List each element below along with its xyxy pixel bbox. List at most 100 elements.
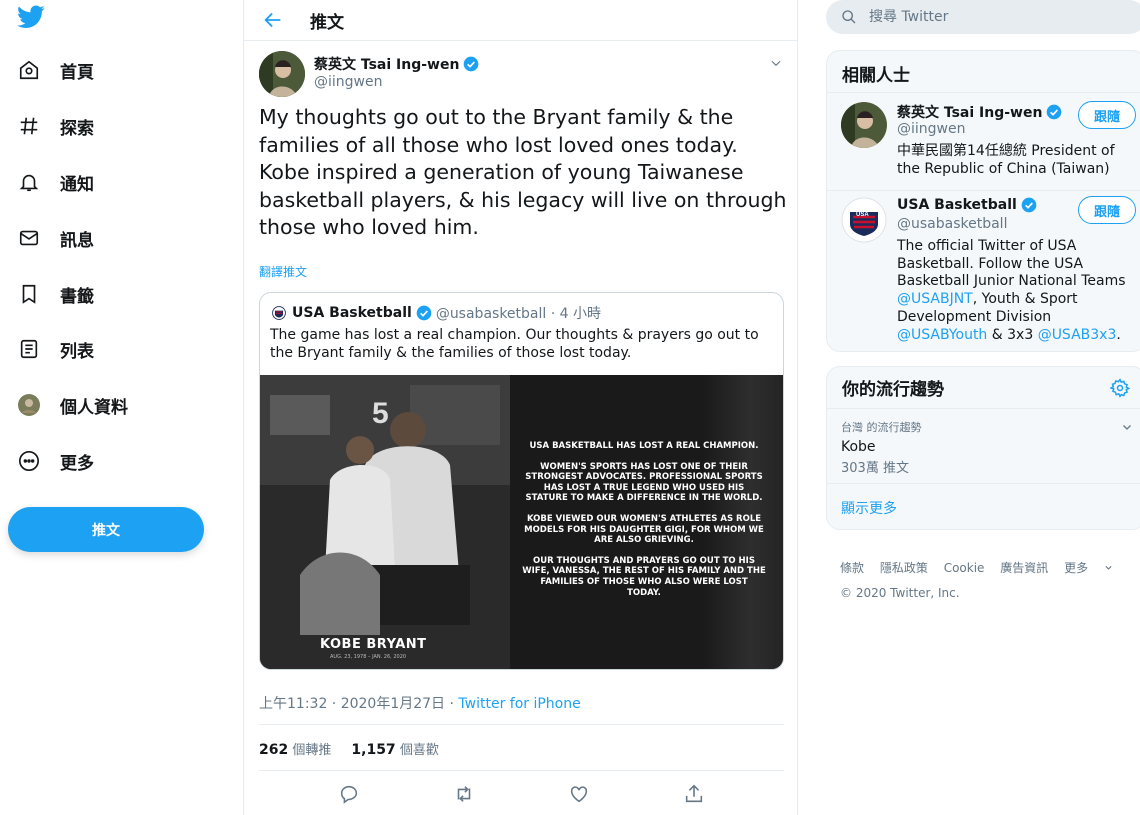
footer-link[interactable]: 廣告資訊 (1000, 561, 1048, 575)
search-icon (842, 10, 856, 24)
tribute-line: OUR THOUGHTS AND PRAYERS GO OUT TO HIS W… (522, 555, 766, 598)
likes-stat[interactable]: 1,157 個喜歡 (351, 739, 438, 758)
nav-lists[interactable]: 列表 (14, 329, 94, 369)
back-arrow-icon[interactable] (262, 9, 284, 31)
twitter-logo-icon[interactable] (17, 5, 45, 29)
nav-messages[interactable]: 訊息 (14, 218, 94, 258)
nav-bookmarks[interactable]: 書籤 (14, 274, 94, 314)
page-header: 推文 (244, 0, 797, 41)
person-name-text: USA Basketball (897, 197, 1017, 213)
divider (827, 483, 1140, 484)
translate-tweet-link[interactable]: 翻譯推文 (259, 263, 307, 280)
nav-more-label: 更多 (60, 453, 94, 474)
retweet-icon[interactable] (453, 783, 475, 805)
share-icon[interactable] (683, 783, 705, 805)
nav-explore-label: 探索 (60, 118, 94, 139)
avatar-icon (14, 390, 44, 420)
trends-panel: 你的流行趨勢 台灣 的流行趨勢 Kobe 303萬 推文 顯示更多 (826, 366, 1140, 530)
footer-link[interactable]: 隱私政策 (880, 561, 928, 575)
trend-item[interactable]: 台灣 的流行趨勢 Kobe 303萬 推文 (841, 419, 1131, 481)
list-icon (14, 334, 44, 364)
show-more-link[interactable]: 顯示更多 (841, 498, 897, 518)
chevron-down-icon[interactable] (1121, 421, 1133, 433)
bookmark-icon (14, 279, 44, 309)
likes-label: 個喜歡 (399, 743, 439, 758)
follow-button[interactable]: 跟隨 (1078, 196, 1136, 224)
tweet-meta: 上午11:32 · 2020年1月27日 · Twitter for iPhon… (259, 693, 581, 713)
footer-link[interactable]: Cookie (944, 561, 985, 575)
compose-tweet-button[interactable]: 推文 (8, 507, 204, 552)
reply-icon[interactable] (338, 783, 360, 805)
retweets-count: 262 (259, 742, 289, 758)
bio-text: The official Twitter of USA Basketball. … (897, 238, 1126, 290)
verified-badge-icon (464, 56, 479, 72)
mail-icon (14, 223, 44, 253)
main-column: 推文 蔡英文 Tsai Ing-wen @iingwen My thoughts… (243, 0, 798, 815)
chevron-down-icon (1105, 565, 1112, 570)
tweet-timestamp[interactable]: 上午11:32 · 2020年1月27日 · (259, 696, 458, 712)
related-title: 相關人士 (827, 51, 1140, 93)
left-nav: 首頁 探索 通知 訊息 書籤 列表 個人資料 更多 推文 (0, 0, 243, 815)
verified-badge-icon (1021, 197, 1037, 213)
nav-home[interactable]: 首頁 (14, 50, 94, 90)
tweet-actions (244, 783, 799, 805)
verified-badge-icon (1047, 104, 1062, 120)
person-bio: 中華民國第14任總統 President of the Republic of … (897, 143, 1115, 177)
nav-home-label: 首頁 (60, 62, 94, 83)
nav-profile[interactable]: 個人資料 (14, 385, 128, 425)
author-name[interactable]: 蔡英文 Tsai Ing-wen (314, 54, 479, 74)
related-people-panel: 相關人士 蔡英文 Tsai Ing-wen @iingwen 中華民國第14任總… (826, 50, 1140, 352)
quoted-tweet-header: USA Basketball @usabasketball · 4 小時 (272, 303, 601, 323)
nav-notifications-label: 通知 (60, 174, 94, 195)
tribute-dates: AUG. 23, 1978 – JAN. 26, 2020 (330, 654, 407, 660)
search-input[interactable] (869, 9, 1099, 25)
retweets-stat[interactable]: 262 個轉推 (259, 739, 331, 758)
settings-gear-icon[interactable] (1110, 377, 1130, 398)
trends-header: 你的流行趨勢 (827, 367, 1140, 409)
divider (827, 190, 1140, 191)
footer-link[interactable]: 條款 (840, 561, 864, 575)
kobe-gigi-photo: 5 (260, 375, 510, 669)
quoted-tweet[interactable]: USA Basketball @usabasketball · 4 小時 The… (259, 292, 784, 670)
likes-count: 1,157 (351, 742, 396, 758)
follow-button[interactable]: 跟隨 (1078, 101, 1136, 129)
quoted-tweet-image[interactable]: 5 USA BASKETBALL HAS LOST A REAL CHAMPIO… (260, 375, 783, 669)
copyright: © 2020 Twitter, Inc. (840, 586, 960, 600)
like-heart-icon[interactable] (568, 783, 590, 805)
tweet-source-link[interactable]: Twitter for iPhone (458, 696, 580, 712)
quoted-author-name: USA Basketball (292, 305, 412, 321)
divider (259, 724, 784, 725)
bio-text: . (1116, 326, 1121, 343)
footer-more-link[interactable]: 更多 (1064, 561, 1113, 575)
nav-explore[interactable]: 探索 (14, 106, 94, 146)
trend-count: 303萬 推文 (841, 461, 909, 476)
author-handle[interactable]: @iingwen (314, 74, 382, 90)
usa-basketball-logo-icon (272, 306, 286, 320)
hashtag-icon (14, 111, 44, 141)
nav-notifications[interactable]: 通知 (14, 162, 94, 202)
search-bar[interactable] (826, 0, 1140, 34)
retweets-label: 個轉推 (292, 743, 332, 758)
tribute-message: USA BASKETBALL HAS LOST A REAL CHAMPION.… (522, 441, 766, 608)
home-icon (14, 55, 44, 85)
nav-more[interactable]: 更多 (14, 441, 94, 481)
tribute-line: WOMEN'S SPORTS HAS LOST ONE OF THEIR STR… (525, 461, 763, 504)
mention-link[interactable]: @USABJNT (897, 291, 973, 307)
chevron-down-icon[interactable] (769, 56, 783, 70)
nav-lists-label: 列表 (60, 341, 94, 362)
footer-link-label: 更多 (1064, 561, 1089, 575)
author-avatar[interactable] (259, 51, 305, 97)
person-bio: The official Twitter of USA Basketball. … (897, 238, 1137, 344)
svg-text:5: 5 (372, 397, 389, 430)
page-title: 推文 (310, 12, 344, 33)
verified-badge-icon (416, 305, 432, 321)
nav-messages-label: 訊息 (60, 230, 94, 251)
author-name-text: 蔡英文 Tsai Ing-wen (314, 57, 460, 73)
person-handle: @iingwen (897, 121, 966, 137)
mention-link[interactable]: @USAB3x3 (1038, 327, 1117, 343)
divider (259, 770, 784, 771)
tribute-line: KOBE VIEWED OUR WOMEN'S ATHLETES AS ROLE… (524, 513, 764, 546)
tribute-name: KOBE BRYANT (320, 637, 427, 652)
more-icon (14, 446, 44, 476)
mention-link[interactable]: @USABYouth (897, 327, 987, 343)
